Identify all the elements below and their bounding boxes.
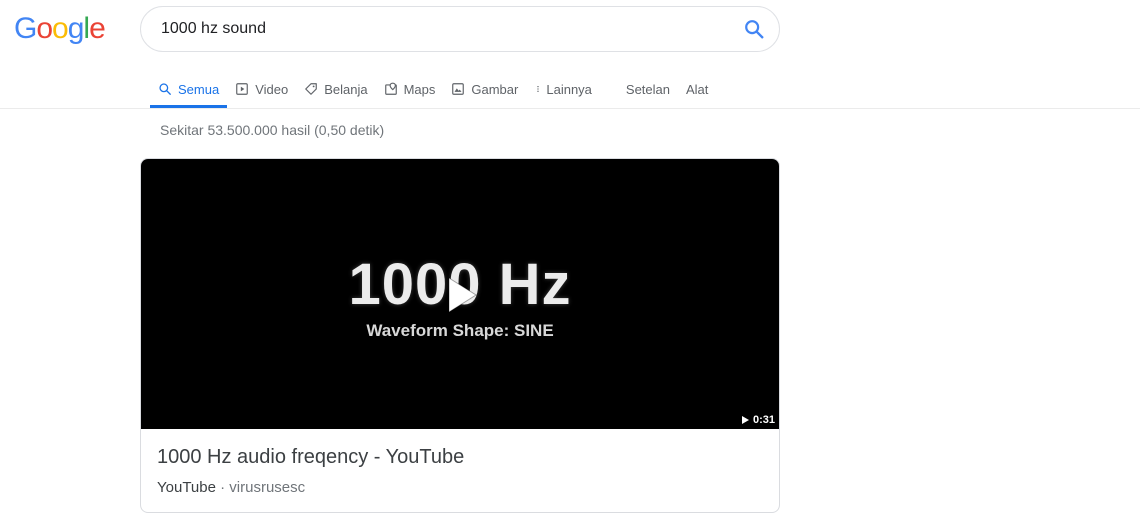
tab-label: Gambar [471, 81, 519, 97]
thumbnail-subtitle: Waveform Shape: SINE [366, 321, 554, 340]
tools-label: Alat [686, 81, 709, 97]
google-logo[interactable]: Google [14, 12, 106, 46]
header-divider [0, 108, 1140, 109]
tab-video[interactable]: Video [227, 70, 296, 108]
logo-letter: g [67, 12, 85, 45]
search-icon [159, 83, 171, 95]
result-stats: Sekitar 53.500.000 hasil (0,50 detik) [160, 122, 385, 138]
tab-belanja[interactable]: Belanja [296, 70, 375, 108]
search-tabs: Semua Video Belanja Maps Gambar Lainnya … [150, 70, 716, 108]
tab-label: Semua [178, 81, 220, 97]
tab-gambar[interactable]: Gambar [443, 70, 526, 108]
duration-label: 0:31 [752, 414, 775, 426]
tab-label: Video [255, 81, 289, 97]
search-box [140, 6, 780, 52]
logo-letter: G [14, 12, 37, 45]
tab-label: Lainnya [546, 81, 592, 97]
tools-link[interactable]: Alat [678, 70, 716, 108]
video-duration: 0:31 [741, 414, 775, 426]
logo-letter: e [89, 12, 106, 45]
tab-maps[interactable]: Maps [376, 70, 444, 108]
tab-semua[interactable]: Semua [150, 70, 228, 108]
tab-label: Maps [403, 81, 436, 97]
settings-link[interactable]: Setelan [618, 70, 678, 108]
video-title-link[interactable]: 1000 Hz audio freqency - YouTube [157, 446, 464, 469]
tab-lainnya[interactable]: Lainnya [526, 70, 600, 108]
logo-letter: o [52, 12, 69, 45]
video-result-card: 1000 Hz Waveform Shape: SINE 0:31 1000 H… [140, 158, 780, 513]
play-box-icon [236, 83, 249, 95]
search-icon [745, 20, 764, 39]
more-vert-icon [537, 86, 540, 92]
search-results-page: Google Semua Video [0, 0, 1140, 527]
map-pin-icon [384, 82, 397, 95]
search-input[interactable] [161, 7, 721, 51]
play-icon[interactable] [445, 275, 479, 315]
meta-separator: · [220, 479, 226, 496]
search-button[interactable] [743, 18, 765, 40]
tag-icon [305, 83, 318, 95]
tab-label: Belanja [324, 81, 368, 97]
image-icon [452, 83, 465, 95]
video-source: YouTube [157, 479, 216, 496]
logo-letter: o [36, 12, 53, 45]
play-small-icon [741, 416, 749, 424]
video-thumbnail[interactable]: 1000 Hz Waveform Shape: SINE 0:31 [141, 159, 779, 429]
video-meta: YouTube · virusrusesc [157, 479, 305, 496]
video-channel: virusrusesc [229, 479, 306, 496]
settings-label: Setelan [625, 81, 670, 97]
